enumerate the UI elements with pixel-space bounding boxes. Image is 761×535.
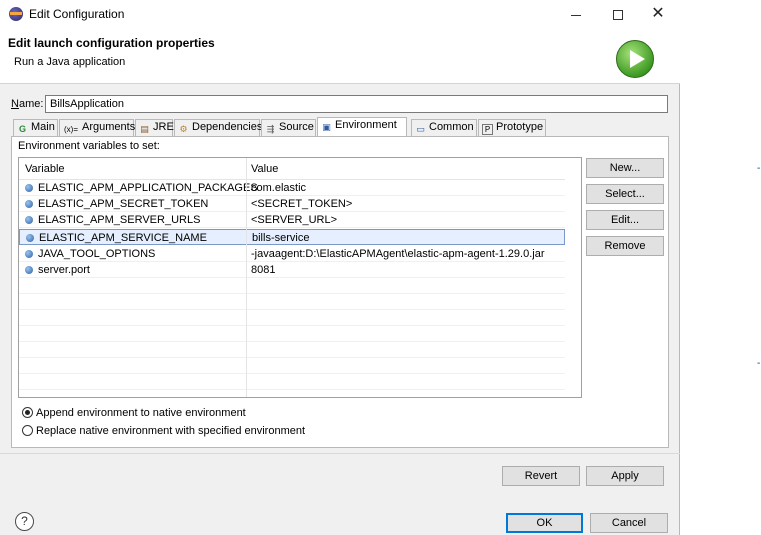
table-row-empty	[19, 310, 565, 326]
table-row-empty	[19, 358, 565, 374]
dependencies-tab-icon: ⚙	[179, 124, 188, 134]
column-header-variable[interactable]: Variable	[25, 163, 65, 175]
arguments-tab-icon: (x)=	[64, 125, 78, 134]
variable-icon	[25, 216, 33, 224]
env-variables-label: Environment variables to set:	[18, 140, 160, 152]
name-input[interactable]: BillsApplication	[45, 95, 668, 113]
cancel-button[interactable]: Cancel	[590, 513, 668, 533]
apply-button[interactable]: Apply	[586, 466, 664, 486]
title-bar[interactable]: Edit Configuration ✕	[0, 0, 680, 28]
maximize-icon[interactable]	[598, 0, 638, 28]
table-row-empty	[19, 326, 565, 342]
tab-dependencies[interactable]: ⚙ Dependencies	[174, 119, 262, 136]
dialog-header: Edit launch configuration properties Run…	[0, 28, 680, 84]
minimize-icon[interactable]	[556, 0, 596, 28]
append-label: Append environment to native environment	[36, 407, 246, 419]
tab-arguments[interactable]: (x)= Arguments	[59, 119, 135, 136]
table-row-empty	[19, 342, 565, 358]
environment-panel: Environment variables to set: Variable V…	[11, 136, 669, 448]
eclipse-icon	[9, 7, 23, 21]
tab-environment[interactable]: ▣ Environment	[317, 117, 407, 137]
background-artifact: -	[757, 358, 761, 369]
table-row-empty	[19, 374, 565, 390]
replace-env-option[interactable]: Replace native environment with specifie…	[22, 425, 305, 437]
variable-value: <SECRET_TOKEN>	[251, 198, 353, 210]
replace-label: Replace native environment with specifie…	[36, 425, 306, 437]
append-radio[interactable]	[22, 407, 33, 418]
table-row[interactable]: ELASTIC_APM_APPLICATION_PACKAGES com.ela…	[19, 180, 565, 196]
prototype-tab-icon: P	[482, 124, 493, 135]
name-label: Name:	[11, 98, 44, 110]
run-icon	[616, 40, 654, 78]
vertical-scrollbar[interactable]	[565, 158, 581, 397]
window-title: Edit Configuration	[29, 7, 125, 21]
main-tab-icon: G	[18, 124, 26, 134]
replace-radio[interactable]	[22, 425, 33, 436]
remove-button[interactable]: Remove	[586, 236, 664, 256]
variable-value: 8081	[251, 264, 276, 276]
env-variables-table[interactable]: Variable Value ELASTIC_APM_APPLICATION_P…	[18, 157, 582, 398]
table-row[interactable]: server.port 8081	[19, 262, 565, 278]
table-row[interactable]: JAVA_TOOL_OPTIONS -javaagent:D:\ElasticA…	[19, 246, 565, 262]
close-icon[interactable]: ✕	[638, 0, 678, 28]
table-row-empty	[19, 278, 565, 294]
edit-button[interactable]: Edit...	[586, 210, 664, 230]
variable-value: <SERVER_URL>	[251, 214, 338, 226]
variable-value: com.elastic	[251, 182, 307, 194]
revert-button[interactable]: Revert	[502, 466, 580, 486]
variable-icon	[25, 266, 33, 274]
table-header: Variable Value	[19, 158, 565, 180]
variable-icon	[25, 250, 33, 258]
footer-divider	[0, 453, 680, 454]
select-button[interactable]: Select...	[586, 184, 664, 204]
table-row[interactable]: ELASTIC_APM_SECRET_TOKEN <SECRET_TOKEN>	[19, 196, 565, 212]
column-divider[interactable]	[246, 158, 247, 397]
variable-name: ELASTIC_APM_SERVICE_NAME	[39, 232, 207, 244]
background-artifact: -	[757, 163, 761, 174]
tab-prototype[interactable]: P Prototype	[478, 119, 546, 136]
common-tab-icon: ▭	[416, 124, 425, 134]
variable-name: JAVA_TOOL_OPTIONS	[38, 248, 156, 260]
variable-name: server.port	[38, 264, 90, 276]
variable-name: ELASTIC_APM_SECRET_TOKEN	[38, 198, 209, 210]
source-tab-icon: ⇶	[266, 124, 275, 134]
table-row[interactable]: ELASTIC_APM_SERVER_URLS <SERVER_URL>	[19, 212, 565, 228]
variable-icon	[26, 234, 34, 242]
variable-name: ELASTIC_APM_SERVER_URLS	[38, 214, 201, 226]
tab-main[interactable]: G Main	[13, 119, 58, 136]
ok-button[interactable]: OK	[506, 513, 583, 533]
tab-common[interactable]: ▭ Common	[411, 119, 477, 136]
help-icon[interactable]: ?	[15, 512, 34, 531]
variable-value: -javaagent:D:\ElasticAPMAgent\elastic-ap…	[251, 248, 545, 260]
header-subtitle: Run a Java application	[14, 56, 126, 68]
tab-source[interactable]: ⇶ Source	[261, 119, 316, 136]
variable-value: bills-service	[252, 232, 310, 244]
variable-name: ELASTIC_APM_APPLICATION_PACKAGES	[38, 182, 258, 194]
header-title: Edit launch configuration properties	[8, 36, 215, 50]
variable-icon	[25, 200, 33, 208]
table-row-selected[interactable]: ELASTIC_APM_SERVICE_NAME bills-service	[19, 229, 565, 245]
table-row-empty	[19, 294, 565, 310]
tab-jre[interactable]: ▤ JRE	[135, 119, 174, 136]
environment-tab-icon: ▣	[322, 122, 331, 132]
edit-configuration-dialog: Edit Configuration ✕ Edit launch configu…	[0, 0, 680, 535]
jre-tab-icon: ▤	[140, 124, 149, 134]
column-header-value[interactable]: Value	[251, 163, 278, 175]
append-env-option[interactable]: Append environment to native environment	[22, 407, 246, 419]
variable-icon	[25, 184, 33, 192]
new-button[interactable]: New...	[586, 158, 664, 178]
